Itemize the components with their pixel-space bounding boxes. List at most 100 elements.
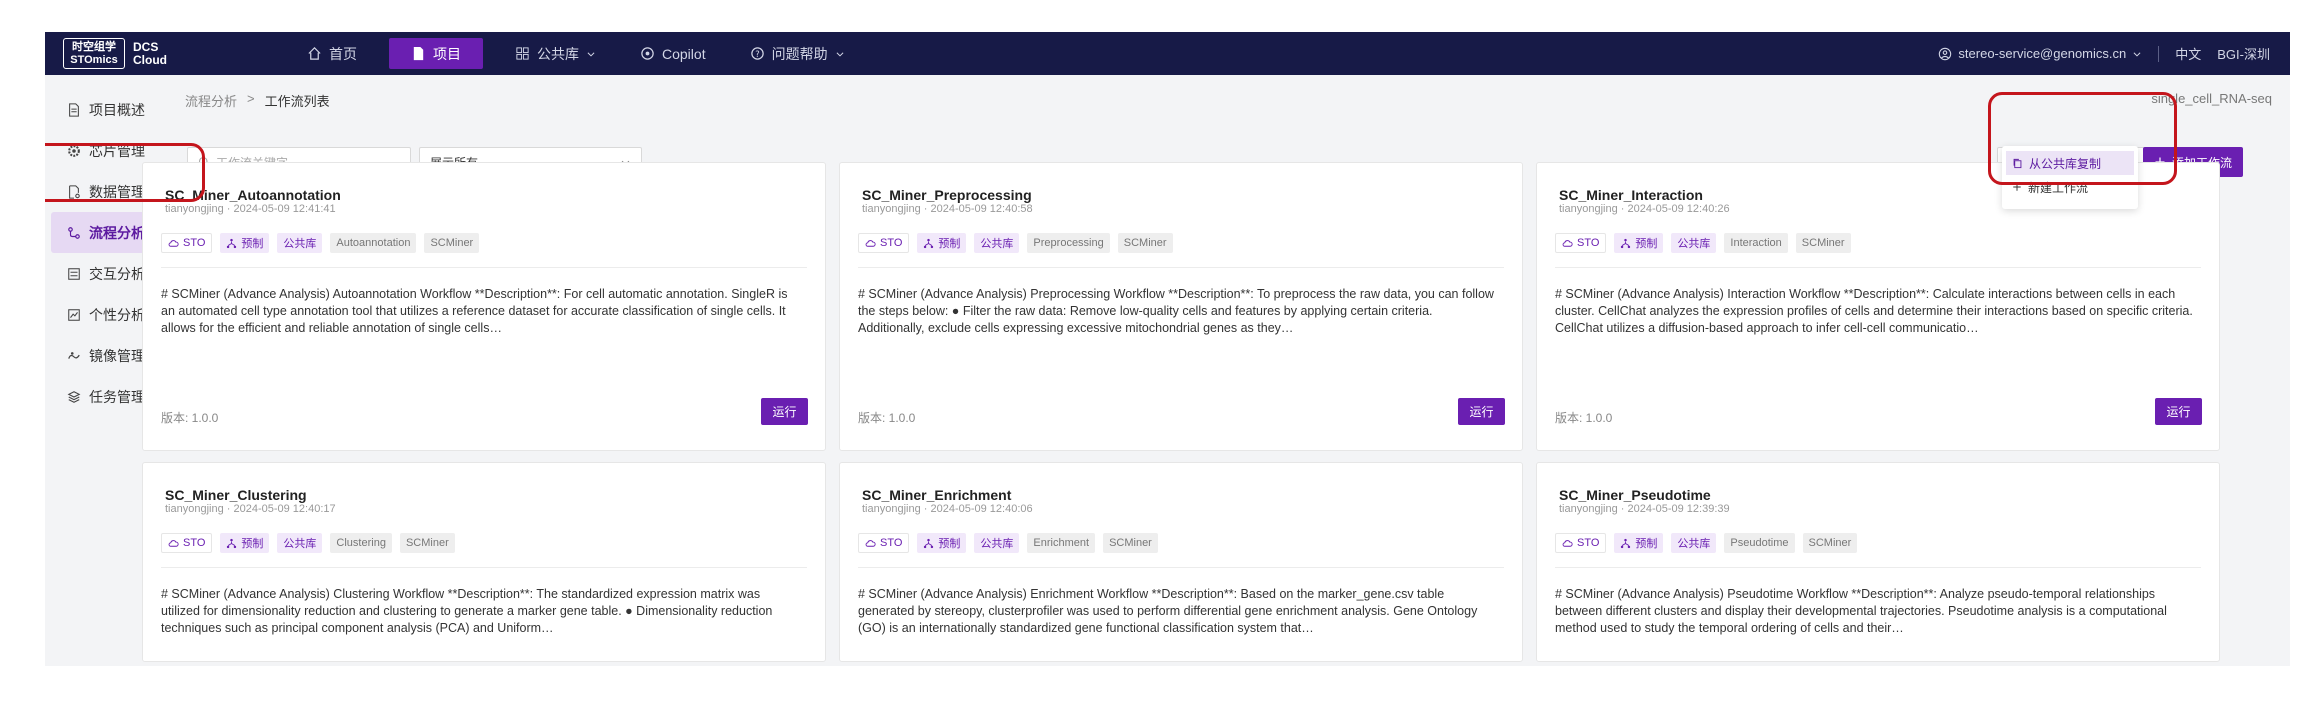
tag-label: 公共库 — [283, 538, 317, 550]
tag-module: Interaction — [1724, 233, 1788, 253]
tag-sto: STO — [858, 233, 910, 253]
tag-label: STO — [1577, 237, 1600, 249]
branch-icon — [227, 238, 237, 248]
tag-public: 公共库 — [974, 233, 1020, 253]
run-button[interactable]: 运行 — [2155, 398, 2202, 425]
workflow-card[interactable]: SC_Miner_Pseudotime tianyongjing · 2024-… — [1536, 462, 2220, 662]
tag-preset: 预制 — [220, 233, 270, 253]
layers-icon — [67, 390, 81, 403]
nav-home[interactable]: 首页 — [285, 32, 379, 75]
workflow-description: # SCMiner (Advance Analysis) Interaction… — [1555, 287, 2193, 335]
workflow-title[interactable]: SC_Miner_Clustering — [165, 487, 307, 503]
workflow-title[interactable]: SC_Miner_Interaction — [1559, 187, 1703, 203]
tag-label: 公共库 — [1677, 238, 1711, 250]
main-nav: 首页 项目 公共库 Copilot ? 问题帮助 — [285, 32, 867, 75]
breadcrumb-current: 工作流列表 — [264, 94, 330, 109]
tag-public: 公共库 — [277, 233, 323, 253]
tag-label: 公共库 — [283, 238, 317, 250]
divider — [2158, 45, 2160, 62]
nav-copilot[interactable]: Copilot — [618, 32, 728, 75]
run-button[interactable]: 运行 — [1458, 398, 1505, 425]
language-switch[interactable]: 中文 — [2175, 44, 2201, 63]
sidebar-item-overview[interactable]: 项目概述 — [45, 89, 163, 130]
workflow-title[interactable]: SC_Miner_Enrichment — [862, 487, 1011, 503]
nav-library[interactable]: 公共库 — [493, 32, 618, 75]
nav-home-label: 首页 — [329, 45, 357, 62]
workflow-meta: tianyongjing · 2024-05-09 12:40:58 — [862, 203, 1033, 215]
tag-module: Preprocessing — [1027, 233, 1110, 253]
tag-module: Enrichment — [1027, 533, 1096, 553]
workflow-card[interactable]: SC_Miner_Clustering tianyongjing · 2024-… — [142, 462, 826, 662]
highlight-box-add-menu — [1988, 92, 2177, 185]
workflow-tags: STO 预制 公共库 Enrichment SCMiner — [858, 533, 1158, 553]
card-divider — [858, 567, 1504, 568]
copilot-icon — [641, 47, 654, 60]
sidebar-item-label: 项目概述 — [89, 101, 145, 118]
run-button[interactable]: 运行 — [761, 398, 808, 425]
tag-module: Pseudotime — [1724, 533, 1795, 553]
image-icon — [68, 351, 80, 359]
chevron-down-icon — [2133, 51, 2141, 57]
tag-label: SCMiner — [1123, 237, 1167, 249]
workflow-card[interactable]: SC_Miner_Enrichment tianyongjing · 2024-… — [839, 462, 1523, 662]
tag-label: SCMiner — [1109, 537, 1152, 549]
region-switch[interactable]: BGI-深圳 — [2217, 44, 2270, 63]
workflow-tags: STO 预制 公共库 Preprocessing SCMiner — [858, 233, 1173, 253]
tag-suite: SCMiner — [1117, 233, 1173, 253]
nav-help[interactable]: ? 问题帮助 — [728, 32, 867, 75]
workflow-meta: tianyongjing · 2024-05-09 12:41:41 — [165, 203, 336, 215]
workflow-meta: tianyongjing · 2024-05-09 12:40:06 — [862, 503, 1033, 515]
user-icon — [1939, 47, 1952, 60]
tag-label: SCMiner — [1808, 537, 1852, 549]
workflow-title[interactable]: SC_Miner_Preprocessing — [862, 187, 1032, 203]
tag-sto: STO — [1555, 233, 1607, 253]
card-divider — [161, 267, 807, 268]
tag-label: 公共库 — [980, 538, 1014, 550]
workflow-meta: tianyongjing · 2024-05-09 12:39:39 — [1559, 503, 1730, 515]
sidebar-item-label: 任务管理 — [89, 388, 145, 405]
chevron-down-icon — [836, 51, 844, 57]
logo-brand: DCS Cloud — [133, 39, 167, 67]
tag-preset: 预制 — [917, 533, 967, 553]
run-button-label: 运行 — [772, 405, 797, 419]
tag-label: STO — [183, 537, 206, 549]
flow-icon — [68, 226, 80, 239]
tag-label: Enrichment — [1033, 537, 1090, 549]
workflow-version: 版本: 1.0.0 — [161, 411, 219, 425]
workflow-tags: STO 预制 公共库 Interaction SCMiner — [1555, 233, 1851, 253]
nav-library-label: 公共库 — [537, 45, 579, 62]
workflow-tags: STO 预制 公共库 Autoannotation SCMiner — [161, 233, 480, 253]
tag-public: 公共库 — [1671, 233, 1717, 253]
tag-label: STO — [1577, 537, 1600, 549]
workflow-title[interactable]: SC_Miner_Pseudotime — [1559, 487, 1711, 503]
workflow-meta: tianyongjing · 2024-05-09 12:40:26 — [1559, 203, 1730, 215]
tag-label: Clustering — [336, 537, 386, 549]
tag-suite: SCMiner — [1802, 533, 1858, 553]
workflow-version: 版本: 1.0.0 — [858, 411, 916, 425]
workflow-description: # SCMiner (Advance Analysis) Autoannotat… — [161, 287, 788, 335]
tag-preset: 预制 — [1614, 233, 1664, 253]
cloud-icon — [865, 539, 876, 547]
nav-project[interactable]: 项目 — [389, 38, 483, 69]
workflow-card[interactable]: SC_Miner_Autoannotation tianyongjing · 2… — [142, 162, 826, 451]
tag-label: 公共库 — [980, 238, 1014, 250]
branch-icon — [227, 538, 237, 548]
tag-public: 公共库 — [974, 533, 1020, 553]
tag-label: Pseudotime — [1730, 537, 1789, 549]
tag-label: Autoannotation — [336, 237, 411, 249]
chart-icon — [68, 308, 80, 321]
tag-preset: 预制 — [220, 533, 270, 553]
breadcrumb-parent[interactable]: 流程分析 — [185, 91, 237, 110]
tag-sto: STO — [161, 233, 213, 253]
run-button-label: 运行 — [2166, 405, 2191, 419]
tag-sto: STO — [858, 533, 910, 553]
logo-brand-line-1: DCS — [133, 39, 159, 54]
tag-label: 预制 — [938, 238, 961, 250]
user-menu[interactable]: stereo-service@genomics.cn — [1938, 46, 2142, 61]
logo[interactable]: 时空组学 STOmics DCS Cloud — [63, 38, 167, 69]
workflow-card[interactable]: SC_Miner_Preprocessing tianyongjing · 20… — [839, 162, 1523, 451]
cloud-icon — [865, 239, 876, 247]
tag-sto: STO — [1555, 533, 1607, 553]
logo-brand-line-2: Cloud — [133, 52, 167, 67]
workflow-description: # SCMiner (Advance Analysis) Preprocessi… — [858, 287, 1494, 335]
